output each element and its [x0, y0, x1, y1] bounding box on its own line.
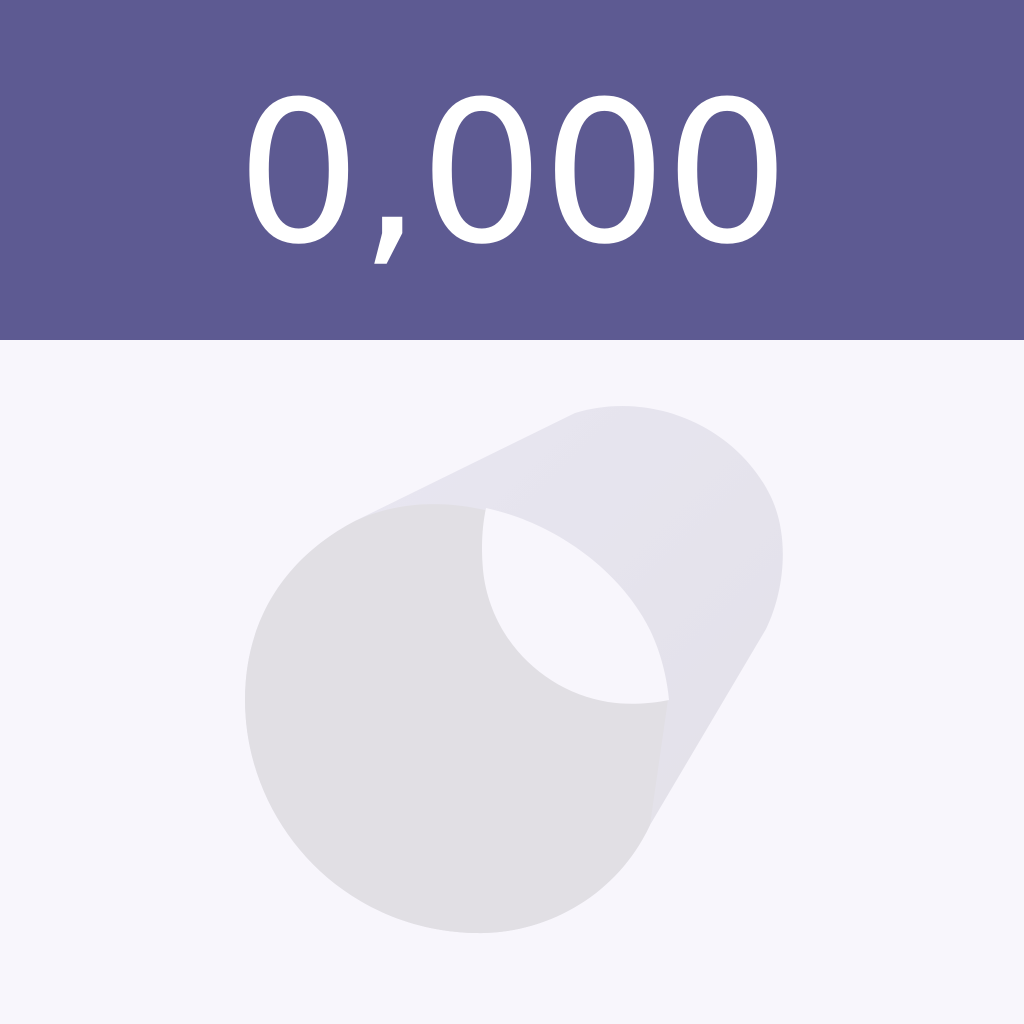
app-root: 0,000 [0, 0, 1024, 1024]
game-canvas[interactable] [0, 340, 1024, 1024]
cup-icon[interactable] [0, 340, 1024, 1024]
counter-header: 0,000 [0, 0, 1024, 340]
counter-display: 0,000 [236, 60, 789, 288]
